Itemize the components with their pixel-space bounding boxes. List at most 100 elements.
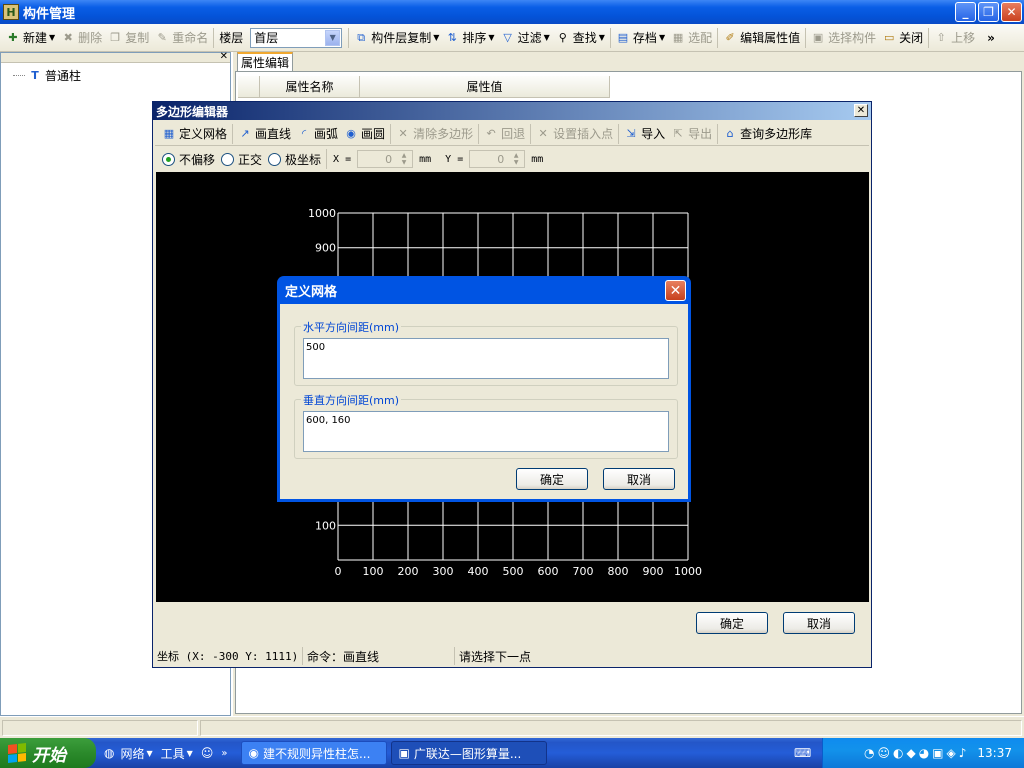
define-grid-button[interactable]: ▦ 定义网格 [159, 123, 230, 145]
y-tick-label: 100 [315, 519, 336, 532]
app-icon: H [3, 4, 19, 20]
set-insert-point-button[interactable]: ✕ 设置插入点 [533, 123, 616, 145]
x-spinner[interactable]: 0 ▲ ▼ [357, 150, 414, 168]
tab-property-edit[interactable]: 属性编辑 [237, 52, 293, 71]
move-up-button[interactable]: ⇧ 上移 [931, 27, 978, 49]
dialog-cancel-button[interactable]: 取消 [603, 468, 675, 490]
horizontal-spacing-input[interactable]: 500 [303, 338, 669, 379]
close-button[interactable]: ▭ 关闭 [879, 27, 926, 49]
export-button[interactable]: ⇱ 导出 [668, 123, 715, 145]
library-icon: ⌂ [726, 126, 734, 140]
floor-select[interactable]: 首层 ▼ [250, 27, 343, 48]
floor-label: 楼层 [219, 31, 244, 45]
polygon-status-bar: 坐标 (X: -300 Y: 1111) 命令：画直线 请选择下一点 [155, 646, 869, 666]
select-component-button[interactable]: ▣ 选择构件 [808, 27, 879, 49]
editor-cancel-button[interactable]: 取消 [783, 612, 855, 634]
rename-button[interactable]: ✎ 重命名 [152, 27, 211, 49]
close-doc-icon: ▭ [883, 30, 895, 44]
clear-polygon-button[interactable]: ✕ 清除多边形 [393, 123, 476, 145]
import-icon: ⇲ [626, 126, 636, 140]
horizontal-spacing-group: 水平方向间距(mm) 500 [294, 319, 678, 386]
main-toolbar: ✚ 新建 ▼ ✖ 删除 ❐ 复制 ✎ 重命名 楼层 首层 ▼ ⧉ 构件层复制 ▼ ⇅ 排序 ▼ ▽… [0, 24, 1024, 52]
column-header-name[interactable]: 属性名称 [260, 76, 360, 97]
match-icon: ▦ [672, 30, 684, 44]
quicklaunch-more-icon[interactable]: » [221, 748, 227, 759]
tree-item[interactable]: T 普通柱 [13, 67, 81, 84]
task-button-browser[interactable]: ◉ 建不规则异性柱怎... [241, 741, 388, 765]
match-button[interactable]: ▦ 选配 [668, 27, 715, 49]
gld-app-icon: ▣ [398, 746, 410, 760]
delete-button[interactable]: ✖ 删除 [58, 27, 105, 49]
windows-logo-icon [8, 743, 26, 763]
filter-button[interactable]: ▽ 过滤 ▼ [498, 27, 553, 49]
layer-copy-icon: ⧉ [357, 30, 366, 44]
qq-icon[interactable]: ☺ [201, 746, 214, 760]
more-tools-button[interactable]: » [984, 27, 998, 49]
start-button[interactable]: 开始 [0, 738, 96, 768]
x-label: X = [333, 153, 352, 165]
polar-radio[interactable]: 极坐标 [265, 148, 324, 170]
polygon-toolbar: ▦ 定义网格 ↗ 画直线 ◜ 画弧 ◉ 画圆 ✕ 清除多边形 ↶ 回退 ✕ 设置插入点 ⇲ 导入… [155, 122, 869, 146]
undo-button[interactable]: ↶ 回退 [481, 123, 528, 145]
horizontal-spacing-label: 水平方向间距(mm) [301, 319, 402, 335]
keyboard-icon[interactable]: ⌨ [794, 746, 811, 760]
chevron-down-icon[interactable]: ▼ [325, 29, 341, 46]
x-tick-label: 700 [573, 565, 594, 578]
new-button[interactable]: ✚ 新建 ▼ [3, 27, 58, 49]
x-unit: mm [419, 153, 432, 165]
network-menu[interactable]: ◍ 网络 ▼ [104, 745, 153, 762]
vertical-spacing-input[interactable]: 600, 160 [303, 411, 669, 452]
column-header-value[interactable]: 属性值 [360, 76, 610, 97]
copy-button[interactable]: ❐ 复制 [105, 27, 152, 49]
new-icon: ✚ [8, 30, 18, 44]
rename-icon: ✎ [157, 30, 167, 44]
x-tick-label: 300 [433, 565, 454, 578]
minimize-button[interactable]: _ [955, 2, 976, 22]
property-grid-header: 属性名称 属性值 [238, 76, 610, 98]
sort-button[interactable]: ⇅ 排序 ▼ [442, 27, 497, 49]
draw-arc-button[interactable]: ◜ 画弧 [294, 123, 341, 145]
query-library-button[interactable]: ⌂ 查询多边形库 [720, 123, 815, 145]
editor-ok-button[interactable]: 确定 [696, 612, 768, 634]
polygon-options-bar: 不偏移 正交 极坐标 X = 0 ▲ ▼ mm Y = 0 ▲ ▼ mm [155, 147, 869, 171]
dialog-close-button[interactable]: ✕ [665, 280, 686, 301]
prompt-status: 请选择下一点 [459, 649, 532, 664]
tray-icons[interactable]: ◔☺◐◆◕▣◈♪ [864, 746, 969, 760]
close-window-button[interactable]: ✕ [1001, 2, 1022, 22]
grid-icon: ▦ [163, 126, 175, 140]
polygon-editor-close-button[interactable]: ✕ [854, 104, 868, 117]
spinner-arrows-icon[interactable]: ▲ ▼ [397, 152, 411, 166]
y-tick-label: 900 [315, 242, 336, 255]
spinner-arrows-icon[interactable]: ▲ ▼ [509, 152, 523, 166]
close-panel-icon[interactable]: ✕ [220, 51, 228, 62]
y-spinner[interactable]: 0 ▲ ▼ [469, 150, 526, 168]
layer-copy-button[interactable]: ⧉ 构件层复制 ▼ [351, 27, 442, 49]
main-title-bar: H 构件管理 _ ❐ ✕ [0, 0, 1024, 24]
draw-line-button[interactable]: ↗ 画直线 [235, 123, 294, 145]
command-status: 命令：画直线 [303, 647, 455, 665]
radio-checked-icon [162, 152, 175, 166]
draw-circle-button[interactable]: ◉ 画圆 [341, 123, 388, 145]
edit-props-button[interactable]: ✐ 编辑属性值 [720, 27, 803, 49]
panel-header: ✕ [1, 51, 230, 63]
clock: 13:37 [977, 746, 1012, 760]
no-offset-radio[interactable]: 不偏移 [159, 148, 218, 170]
restore-button[interactable]: ❐ [978, 2, 999, 22]
filter-icon: ▽ [503, 30, 512, 44]
dialog-ok-button[interactable]: 确定 [516, 468, 588, 490]
column-icon: T [31, 68, 39, 82]
browser-icon: ◉ [248, 746, 259, 760]
system-tray: ◔☺◐◆◕▣◈♪ 13:37 [822, 738, 1024, 768]
task-button-gld[interactable]: ▣ 广联达—图形算量... [391, 741, 548, 765]
x-tick-label: 200 [398, 565, 419, 578]
find-button[interactable]: ⚲ 查找 ▼ [553, 27, 608, 49]
import-button[interactable]: ⇲ 导入 [621, 123, 668, 145]
ortho-radio[interactable]: 正交 [218, 148, 265, 170]
tools-menu[interactable]: 工具 ▼ [161, 745, 193, 762]
arc-icon: ◜ [301, 126, 307, 140]
define-grid-body: 水平方向间距(mm) 500 垂直方向间距(mm) 600, 160 确定 取消 [280, 304, 688, 499]
binoculars-icon: ⚲ [558, 30, 567, 44]
archive-button[interactable]: ▤ 存档 ▼ [613, 27, 668, 49]
define-grid-title: 定义网格 [285, 284, 338, 300]
x-tick-label: 400 [468, 565, 489, 578]
